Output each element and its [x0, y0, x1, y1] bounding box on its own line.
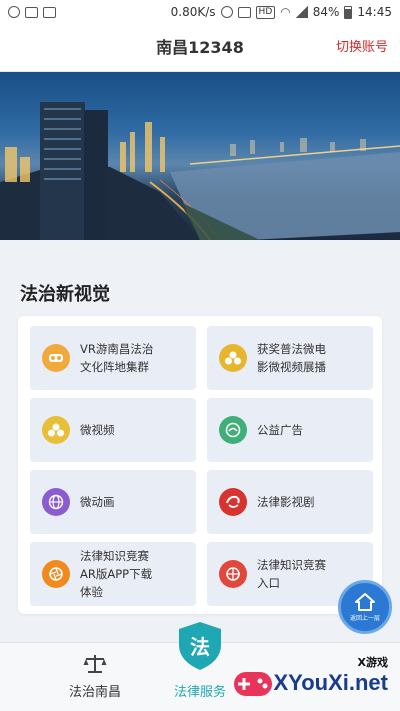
- tile-label: 公益广告: [257, 423, 303, 437]
- public-ad-icon: [219, 416, 247, 444]
- tile-animation[interactable]: 微动画: [30, 470, 196, 534]
- watermark-small-text: X游戏: [357, 656, 388, 669]
- gamepad-logo-icon: [234, 672, 272, 696]
- globe-icon: [42, 488, 70, 516]
- battery-icon: [344, 5, 353, 19]
- app-header: 南昌12348 切换账号: [0, 24, 400, 72]
- vibrate-icon: [237, 6, 251, 18]
- tile-law-films[interactable]: 法律影视剧: [207, 470, 373, 534]
- tile-vr-tour[interactable]: VR游南昌法治 文化阵地集群: [30, 326, 196, 390]
- tile-public-ads[interactable]: 公益广告: [207, 398, 373, 462]
- network-speed: 0.80K/s: [170, 5, 216, 19]
- section-title: 法治新视觉: [20, 284, 110, 305]
- clock: 14:45: [357, 5, 392, 19]
- tile-award-films[interactable]: 获奖普法微电 影微视频展播: [207, 326, 373, 390]
- back-button-label: 返回上一层: [349, 615, 380, 622]
- feature-card: VR游南昌法治 文化阵地集群 获奖普法微电 影微视频展播 微视频 公益广告 微动…: [18, 316, 382, 614]
- tile-label: 法律知识竞赛 入口: [257, 558, 326, 590]
- status-right: 0.80K/s HD ◠ 84% 14:45: [171, 5, 392, 19]
- video-reels-icon: [42, 416, 70, 444]
- status-bar: 0.80K/s HD ◠ 84% 14:45: [0, 0, 400, 24]
- scales-icon: [83, 655, 107, 673]
- vr-glasses-icon: [42, 344, 70, 372]
- mute-icon: [220, 6, 233, 18]
- wifi-icon: ◠: [280, 5, 291, 19]
- home-icon: [355, 593, 375, 611]
- ball-icon: [219, 560, 247, 588]
- battery-percent: 84%: [312, 5, 340, 19]
- tile-label: 法律知识竞赛 AR版APP下载 体验: [80, 549, 153, 599]
- camera-aperture-icon: [42, 560, 70, 588]
- switch-account-link[interactable]: 切换账号: [336, 24, 388, 72]
- tile-ar-app-download[interactable]: 法律知识竞赛 AR版APP下载 体验: [30, 542, 196, 606]
- city-skyline-illustration: [0, 102, 400, 240]
- site-watermark: X游戏 XYouXi.net: [228, 650, 400, 708]
- status-left: [8, 6, 56, 18]
- award-medals-icon: [219, 344, 247, 372]
- tile-label: 微动画: [80, 495, 115, 509]
- gallery-icon: [43, 6, 56, 18]
- watermark-big-text: XYouXi.net: [273, 670, 389, 695]
- wechat-icon: [8, 6, 20, 18]
- tile-label: 法律影视剧: [257, 495, 315, 509]
- tile-label: 获奖普法微电 影微视频展播: [257, 342, 326, 374]
- tile-micro-video[interactable]: 微视频: [30, 398, 196, 462]
- tile-label: 微视频: [80, 423, 115, 437]
- nav-item-fazhi-nanchang[interactable]: 法治南昌: [45, 643, 145, 711]
- hd-badge: HD: [255, 5, 276, 19]
- tile-label: VR游南昌法治 文化阵地集群: [80, 342, 154, 374]
- signal-icon: [295, 6, 308, 18]
- nav-label: 法治南昌: [68, 685, 121, 700]
- city-banner-image[interactable]: [0, 72, 400, 240]
- clipboard-icon: [25, 6, 38, 18]
- back-button[interactable]: 返回上一层: [338, 580, 392, 634]
- film-swirl-icon: [219, 488, 247, 516]
